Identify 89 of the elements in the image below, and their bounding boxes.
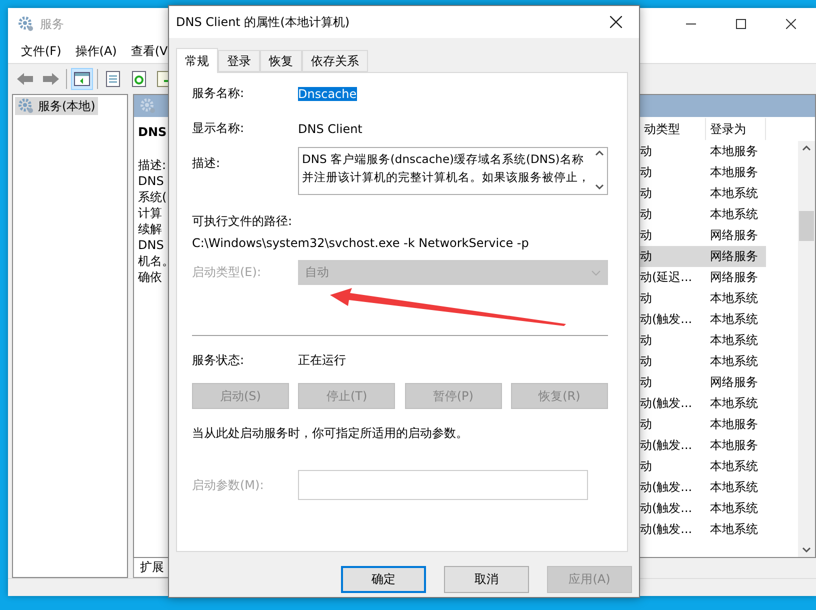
path-value: C:\Windows\system32\svchost.exe -k NetworkService -p [192, 236, 529, 250]
table-cell-text: 动(触发... [639, 311, 694, 328]
description-line: DNS 客户端服务(dnscache)缓存域名系统(DNS)名称 [302, 151, 585, 168]
table-cell-text: 本地服务 [709, 143, 759, 160]
table-cell-text: 动 [639, 458, 653, 475]
scroll-thumb[interactable] [799, 211, 814, 241]
tab[interactable]: 恢复 [260, 50, 302, 72]
table-cell-text: 动 [639, 416, 653, 433]
close-icon [610, 16, 622, 28]
table-cell-text: 本地系统 [709, 479, 759, 496]
description-text: 计算 [138, 205, 162, 221]
display-name-value: DNS Client [298, 122, 362, 136]
close-icon [786, 19, 796, 29]
table-cell-text: 动(触发... [639, 500, 694, 517]
table-cell-text: 本地服务 [709, 437, 759, 454]
field-label: 启动参数(M): [192, 476, 265, 494]
tab[interactable]: 常规 [176, 48, 218, 73]
scrollbar[interactable] [798, 141, 815, 557]
table-cell-text: 动 [639, 227, 653, 244]
window-title: 服务 [40, 16, 64, 32]
table-cell-text: 本地系统 [709, 353, 759, 370]
field-label: 服务名称: [192, 85, 246, 102]
description-text: 系统( [138, 189, 167, 205]
description-text: 确依 [138, 269, 162, 285]
chevron-down-icon [591, 270, 601, 276]
table-cell-text: 动(触发... [639, 437, 694, 454]
field-label: 描述: [192, 155, 222, 172]
menu-item[interactable]: 操作(A) [68, 43, 124, 60]
table-cell-text: 动 [639, 248, 653, 265]
table-cell-text: 本地系统 [709, 395, 759, 412]
service-name-value: Dnscache [298, 86, 357, 100]
table-cell-text: 本地系统 [709, 521, 759, 538]
table-cell-text: 动 [639, 374, 653, 391]
table-cell-text: 本地系统 [709, 290, 759, 307]
service-heading: DNS [138, 125, 167, 139]
table-cell-text: 动(触发... [639, 521, 694, 538]
tree-item[interactable]: 服务(本地) [15, 97, 98, 115]
column-header[interactable]: 登录为 [706, 118, 766, 140]
table-cell-text: 本地系统 [709, 311, 759, 328]
table-cell-text: 动 [639, 332, 653, 349]
gear-icon [18, 16, 34, 32]
table-cell-text: 动 [639, 164, 653, 181]
dialog-title: DNS Client 的属性(本地计算机) [176, 14, 350, 30]
scroll-up-icon[interactable] [802, 145, 811, 151]
tab[interactable]: 登录 [218, 50, 260, 72]
console-tree-button[interactable] [71, 68, 93, 90]
table-cell-text: 动 [639, 353, 653, 370]
table-cell-text: 本地服务 [709, 416, 759, 433]
description-text: 机名。 [138, 253, 174, 269]
table-cell-text: 动(触发... [639, 479, 694, 496]
table-cell-text: 本地服务 [709, 164, 759, 181]
service-row[interactable]: 动 网络服务 [638, 246, 766, 267]
dialog-button[interactable]: 确定 [341, 566, 426, 593]
field-label: 显示名称: [192, 120, 246, 137]
table-cell-text: 动 [639, 143, 653, 160]
description-text: DNS [138, 173, 164, 189]
table-cell-text: 本地系统 [709, 500, 759, 517]
gear-icon [18, 98, 34, 114]
menu-item[interactable]: 文件(F) [14, 43, 68, 60]
description-line: 并注册该计算机的完整计算机名。如果该服务被停止， [302, 169, 591, 186]
field-label: 服务状态: [192, 352, 246, 369]
scroll-up-icon[interactable] [594, 150, 604, 156]
table-cell-text: 网络服务 [709, 248, 759, 265]
table-cell-text: 动(触发... [639, 395, 694, 412]
table-cell-text: 本地系统 [709, 458, 759, 475]
scroll-down-icon[interactable] [594, 184, 604, 190]
table-cell-text: 本地系统 [709, 206, 759, 223]
scroll-down-icon[interactable] [802, 547, 811, 553]
status-value: 正在运行 [298, 352, 346, 369]
description-text: DNS [138, 237, 164, 253]
table-cell-text: 动 [639, 206, 653, 223]
dialog-button[interactable]: 取消 [444, 566, 529, 593]
table-cell-text: 网络服务 [709, 227, 759, 244]
table-cell-text: 动 [639, 290, 653, 307]
table-cell-text: 本地系统 [709, 332, 759, 349]
field-label: 启动类型(E): [192, 264, 262, 281]
maximize-icon [736, 19, 746, 29]
tab[interactable]: 依存关系 [302, 50, 368, 72]
hint-text: 当从此处启动服务时，你可指定所适用的启动参数。 [192, 425, 469, 442]
table-cell-text: 动 [639, 185, 653, 202]
table-cell-text: 网络服务 [709, 374, 759, 391]
extended-tab[interactable]: 扩展 [133, 558, 171, 578]
table-cell-text: 本地系统 [709, 185, 759, 202]
gear-icon [140, 98, 156, 114]
field-label: 可执行文件的路径: [192, 213, 292, 230]
description-text: 描述: [138, 157, 166, 173]
description-text: 续解 [138, 221, 162, 237]
table-cell-text: 动(延迟... [639, 269, 694, 286]
table-cell-text: 网络服务 [709, 269, 759, 286]
